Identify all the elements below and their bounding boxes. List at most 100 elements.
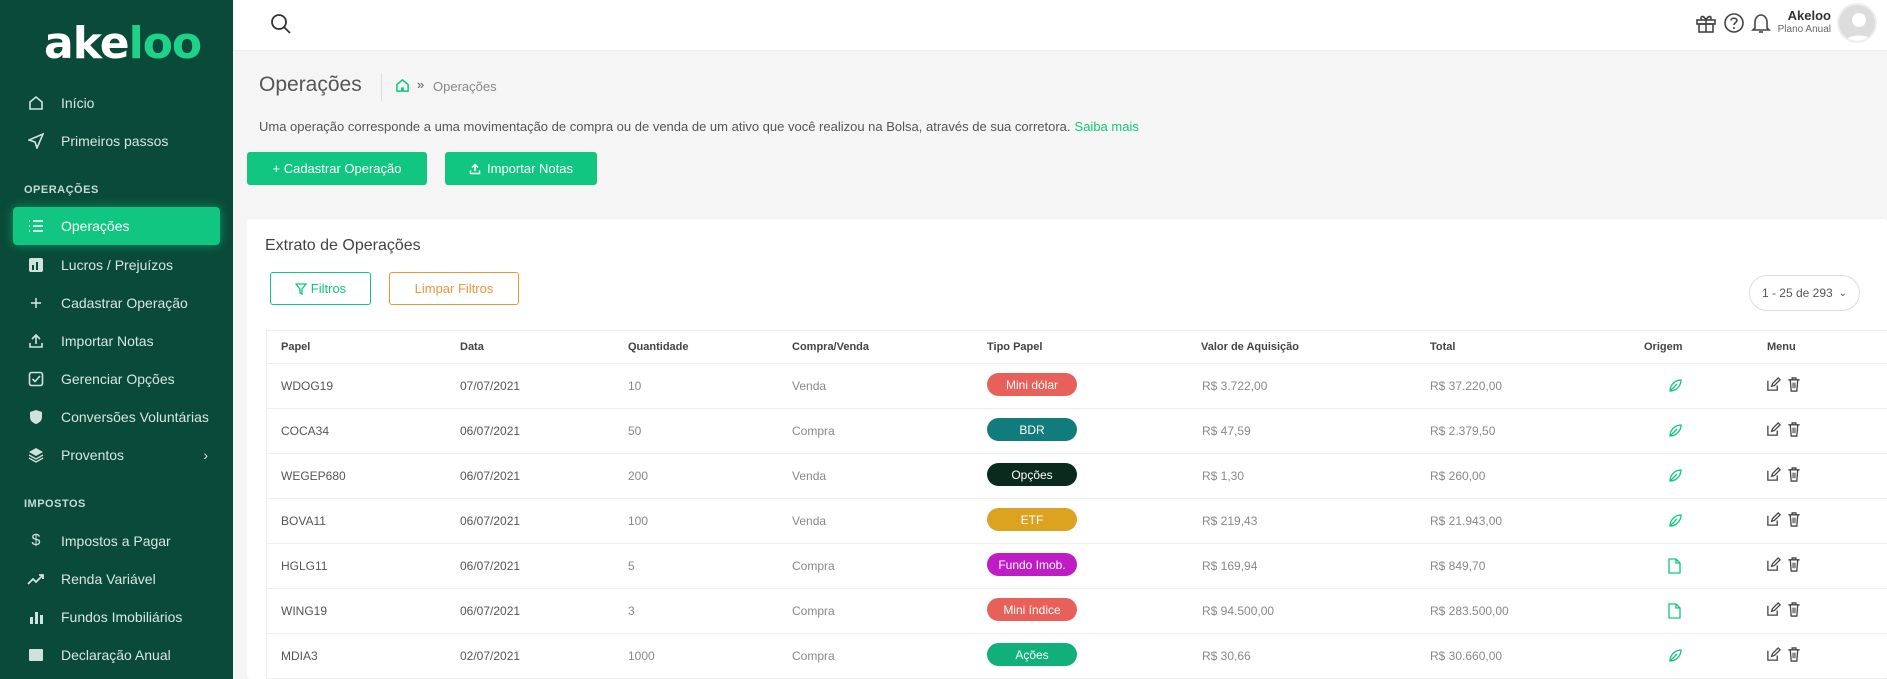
sidebar-item-cadastrar-operacao[interactable]: Cadastrar Operação (13, 284, 220, 322)
table-row[interactable]: COCA34 06/07/2021 50 Compra BDR R$ 47,59 R$ 2.… (267, 409, 1887, 454)
cell-valor-aquisicao: R$ 94.500,00 (1202, 604, 1275, 618)
pagination-select[interactable]: 1 - 25 de 293 ⌄ (1749, 275, 1860, 311)
table-row[interactable]: WEGEP680 06/07/2021 200 Venda Opções R$ 1,30 R… (267, 454, 1887, 499)
sidebar-item-label: Cadastrar Operação (61, 295, 188, 311)
cell-valor-aquisicao: R$ 219,43 (1202, 514, 1258, 528)
table-header: Papel Data Quantidade Compra/Venda Tipo … (267, 331, 1887, 364)
importar-notas-button[interactable]: Importar Notas (445, 152, 597, 185)
edit-icon[interactable] (1766, 422, 1782, 438)
help-icon[interactable] (1723, 12, 1747, 36)
feather-icon (1667, 648, 1683, 664)
sidebar-item-impostos-a-pagar[interactable]: $ Impostos a Pagar (13, 522, 220, 560)
feather-icon (1667, 468, 1683, 484)
trash-icon[interactable] (1787, 512, 1803, 528)
saiba-mais-link[interactable]: Saiba mais (1075, 119, 1139, 134)
avatar[interactable] (1837, 3, 1877, 43)
dollar-icon: $ (31, 532, 41, 549)
extrato-card: Extrato de Operações Filtros Limpar Filt… (247, 219, 1887, 679)
cell-quantidade: 1000 (628, 649, 655, 663)
edit-icon[interactable] (1766, 557, 1782, 573)
upload-icon (25, 330, 47, 352)
paper-plane-icon (25, 130, 47, 152)
sidebar-item-gerenciar-opcoes[interactable]: Gerenciar Opções (13, 360, 220, 398)
cell-data: 06/07/2021 (460, 604, 521, 618)
cell-data: 07/07/2021 (460, 379, 521, 393)
limpar-filtros-button[interactable]: Limpar Filtros (389, 272, 519, 305)
sidebar-item-inicio[interactable]: Início (13, 84, 220, 122)
top-bar: Akeloo Plano Anual (233, 0, 1887, 51)
cell-papel: MDIA3 (281, 649, 318, 663)
chart-box-icon (25, 254, 47, 276)
table-row[interactable]: WING19 06/07/2021 3 Compra Mini índice R$ 94.… (267, 589, 1887, 634)
sidebar-item-primeiros-passos[interactable]: Primeiros passos (13, 122, 220, 160)
sidebar-item-conversoes-voluntarias[interactable]: Conversões Voluntárias (13, 398, 220, 436)
search-icon[interactable] (270, 13, 294, 37)
tipo-papel-badge: BDR (987, 418, 1077, 441)
sidebar-item-label: Primeiros passos (61, 133, 169, 149)
edit-icon[interactable] (1766, 602, 1782, 618)
table-row[interactable]: MDIA3 02/07/2021 1000 Compra Ações R$ 30,66 R$… (267, 634, 1887, 679)
card-icon (25, 644, 47, 666)
edit-icon[interactable] (1766, 647, 1782, 663)
sidebar-item-renda-variavel[interactable]: Renda Variável (13, 560, 220, 598)
cell-total: R$ 2.379,50 (1430, 424, 1496, 438)
column-header-papel[interactable]: Papel (281, 341, 310, 353)
column-header-compra-venda[interactable]: Compra/Venda (792, 341, 869, 353)
trash-icon[interactable] (1787, 422, 1803, 438)
page-description: Uma operação corresponde a uma movimenta… (259, 119, 1139, 134)
breadcrumb-home-icon[interactable] (395, 78, 411, 94)
column-header-total[interactable]: Total (1430, 341, 1455, 353)
column-header-valor-aquisicao[interactable]: Valor de Aquisição (1201, 341, 1299, 353)
file-icon (1667, 558, 1683, 574)
column-header-data[interactable]: Data (460, 341, 484, 353)
sidebar-item-label: Proventos (61, 447, 125, 463)
section-label-operacoes: OPERAÇÕES (24, 184, 99, 196)
cadastrar-operacao-button[interactable]: + Cadastrar Operação (247, 152, 427, 185)
chevron-down-icon: ⌄ (1838, 287, 1848, 299)
tipo-papel-badge: Opções (987, 463, 1077, 486)
sidebar-item-importar-notas[interactable]: Importar Notas (13, 322, 220, 360)
cell-valor-aquisicao: R$ 3.722,00 (1202, 379, 1268, 393)
sidebar-item-proventos[interactable]: Proventos › (13, 436, 220, 474)
gift-icon[interactable] (1695, 12, 1719, 36)
cell-valor-aquisicao: R$ 169,94 (1202, 559, 1258, 573)
home-icon (25, 92, 47, 114)
filtros-button[interactable]: Filtros (270, 272, 371, 305)
feather-icon (1667, 423, 1683, 439)
trash-icon[interactable] (1787, 377, 1803, 393)
akeloo-logo[interactable]: akeloo (44, 18, 202, 69)
cell-compra-venda: Compra (792, 604, 835, 618)
sidebar-item-label: Importar Notas (61, 333, 154, 349)
column-header-tipo-papel[interactable]: Tipo Papel (987, 341, 1042, 353)
feather-icon (1667, 513, 1683, 529)
edit-icon[interactable] (1766, 467, 1782, 483)
upload-icon (469, 162, 481, 175)
edit-icon[interactable] (1766, 512, 1782, 528)
tipo-papel-badge: ETF (987, 508, 1077, 531)
edit-icon[interactable] (1766, 377, 1782, 393)
sidebar-item-declaracao-anual[interactable]: Declaração Anual (13, 636, 220, 674)
trash-icon[interactable] (1787, 467, 1803, 483)
sidebar-item-fundos-imobiliarios[interactable]: Fundos Imobiliários (13, 598, 220, 636)
stack-icon (25, 444, 47, 466)
sidebar-item-label: Início (61, 95, 95, 111)
table-row[interactable]: WDOG19 07/07/2021 10 Venda Mini dólar R$ 3.72… (267, 364, 1887, 409)
user-plan: Plano Anual (1777, 24, 1831, 35)
cell-compra-venda: Venda (792, 379, 827, 393)
trend-icon (25, 568, 47, 590)
bell-icon[interactable] (1750, 12, 1774, 36)
trash-icon[interactable] (1787, 557, 1803, 573)
table-row[interactable]: HGLG11 06/07/2021 5 Compra Fundo Imob. R$ 169… (267, 544, 1887, 589)
cell-quantidade: 3 (628, 604, 635, 618)
feather-icon (1667, 378, 1683, 394)
sidebar-item-lucros-prejuizos[interactable]: Lucros / Prejuízos (13, 246, 220, 284)
sidebar-item-operacoes[interactable]: Operações (13, 207, 220, 245)
sidebar-item-label: Renda Variável (61, 571, 156, 587)
cell-total: R$ 849,70 (1430, 559, 1486, 573)
column-header-quantidade[interactable]: Quantidade (628, 341, 689, 353)
trash-icon[interactable] (1787, 602, 1803, 618)
trash-icon[interactable] (1787, 647, 1803, 663)
card-title: Extrato de Operações (265, 237, 421, 254)
checkbox-icon (25, 368, 47, 390)
table-row[interactable]: BOVA11 06/07/2021 100 Venda ETF R$ 219,43 R$ 2… (267, 499, 1887, 544)
